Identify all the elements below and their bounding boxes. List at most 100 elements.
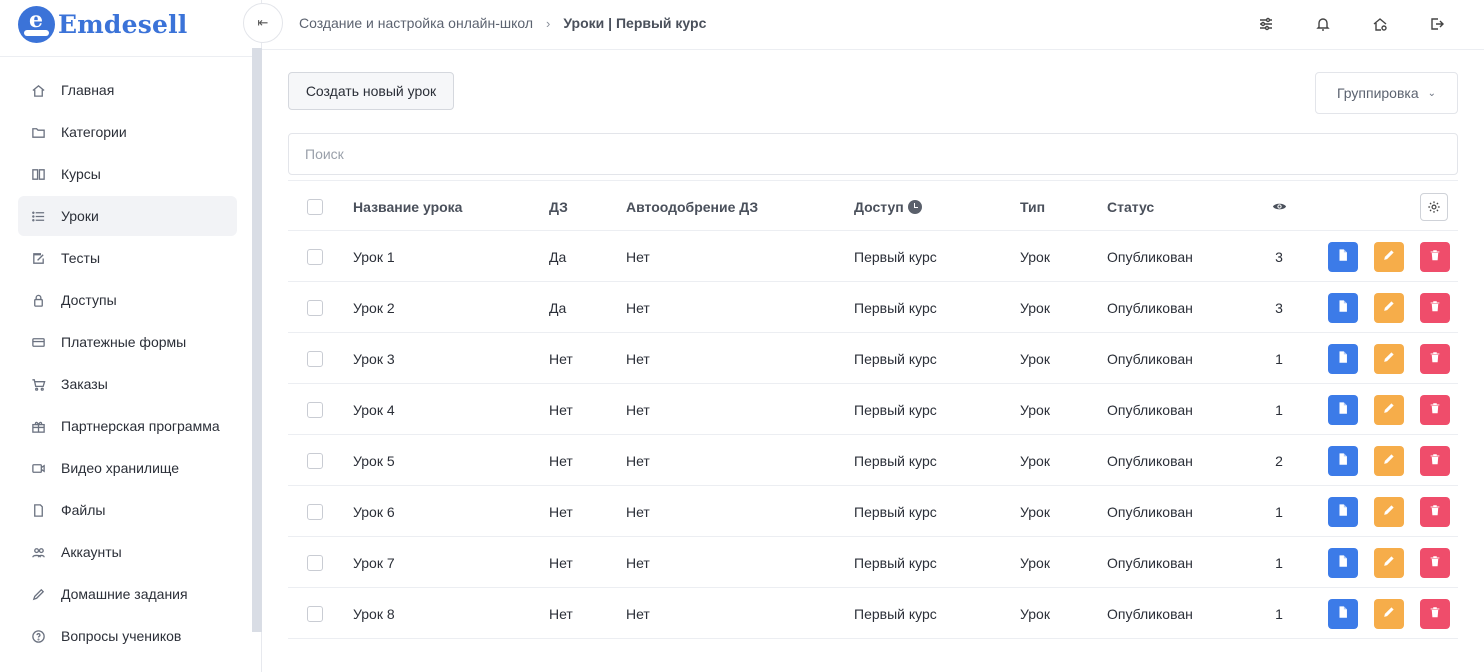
lesson-name[interactable]: Урок 7 [353, 555, 395, 571]
sidebar-item-1[interactable]: Категории [18, 112, 237, 152]
delete-lesson-button[interactable] [1420, 292, 1450, 323]
lesson-access: Первый курс [854, 248, 937, 265]
document-icon [1336, 452, 1350, 469]
sidebar-item-9[interactable]: Видео хранилище [18, 448, 237, 488]
sidebar-item-0[interactable]: Главная [18, 70, 237, 110]
sidebar-item-6[interactable]: Платежные формы [18, 322, 237, 362]
sidebar-item-3[interactable]: Уроки [18, 196, 237, 236]
sidebar-item-5[interactable]: Доступы [18, 280, 237, 320]
trash-icon [1428, 401, 1442, 418]
delete-lesson-button[interactable] [1420, 394, 1450, 425]
sidebar-nav: Главная Категории Курсы Уроки Тесты Доступы Пл… [18, 70, 237, 658]
sidebar-item-7[interactable]: Заказы [18, 364, 237, 404]
row-checkbox[interactable] [307, 401, 323, 418]
row-checkbox[interactable] [307, 248, 323, 265]
edit-lesson-button[interactable] [1374, 241, 1404, 272]
row-checkbox[interactable] [307, 299, 323, 316]
column-header-access[interactable]: Доступ [854, 199, 904, 215]
collapse-sidebar-button[interactable]: ⇤ [243, 3, 283, 43]
delete-lesson-button[interactable] [1420, 445, 1450, 476]
sidebar-item-11[interactable]: Аккаунты [18, 532, 237, 572]
delete-lesson-button[interactable] [1420, 598, 1450, 629]
column-header-status[interactable]: Статус [1107, 199, 1154, 215]
pencil-icon [1382, 350, 1396, 367]
view-lesson-button[interactable] [1328, 241, 1358, 272]
sidebar-item-4[interactable]: Тесты [18, 238, 237, 278]
grouping-dropdown[interactable]: Группировка ⌄ [1315, 72, 1458, 114]
lesson-auto-approve: Нет [626, 503, 650, 520]
search-input[interactable] [288, 133, 1458, 175]
home-settings-icon[interactable] [1369, 13, 1391, 35]
eye-icon [1272, 203, 1286, 210]
lesson-status: Опубликован [1107, 554, 1193, 571]
view-lesson-button[interactable] [1328, 445, 1358, 476]
column-header-auto-approve[interactable]: Автоодобрение ДЗ [626, 199, 758, 215]
pencil-icon [1382, 452, 1396, 469]
select-all-checkbox[interactable] [307, 198, 323, 215]
edit-lesson-button[interactable] [1374, 547, 1404, 578]
row-checkbox[interactable] [307, 350, 323, 367]
delete-lesson-button[interactable] [1420, 343, 1450, 374]
breadcrumb: Создание и настройка онлайн-школ › Уроки… [299, 15, 706, 31]
create-lesson-button[interactable]: Создать новый урок [288, 72, 454, 110]
gear-icon [1428, 201, 1440, 213]
sidebar-item-label: Категории [61, 124, 127, 140]
view-lesson-button[interactable] [1328, 292, 1358, 323]
lesson-auto-approve: Нет [626, 452, 650, 469]
view-lesson-button[interactable] [1328, 547, 1358, 578]
row-checkbox[interactable] [307, 503, 323, 520]
lesson-access: Первый курс [854, 605, 937, 622]
logo[interactable]: e Emdesell [18, 5, 188, 43]
delete-lesson-button[interactable] [1420, 241, 1450, 272]
logout-icon[interactable] [1426, 13, 1448, 35]
lesson-name[interactable]: Урок 2 [353, 300, 395, 316]
edit-lesson-button[interactable] [1374, 292, 1404, 323]
row-checkbox[interactable] [307, 452, 323, 469]
breadcrumb-parent-link[interactable]: Создание и настройка онлайн-школ [299, 15, 533, 31]
lesson-hw: Нет [549, 452, 573, 469]
sidebar-item-label: Курсы [61, 166, 101, 182]
sidebar-scrollbar[interactable] [252, 48, 262, 632]
lesson-name[interactable]: Урок 8 [353, 606, 395, 622]
delete-lesson-button[interactable] [1420, 547, 1450, 578]
table-settings-button[interactable] [1420, 193, 1448, 221]
column-header-hw[interactable]: ДЗ [549, 199, 568, 215]
delete-lesson-button[interactable] [1420, 496, 1450, 527]
edit-lesson-button[interactable] [1374, 394, 1404, 425]
lesson-name[interactable]: Урок 4 [353, 402, 395, 418]
sidebar-item-label: Вопросы учеников [61, 628, 182, 644]
lesson-name[interactable]: Урок 3 [353, 351, 395, 367]
list-icon [30, 208, 46, 224]
bell-icon[interactable] [1312, 13, 1334, 35]
clock-icon[interactable] [907, 199, 922, 214]
column-header-name[interactable]: Название урока [353, 199, 462, 215]
edit-lesson-button[interactable] [1374, 496, 1404, 527]
row-checkbox[interactable] [307, 554, 323, 571]
lesson-name[interactable]: Урок 1 [353, 249, 395, 265]
sidebar-item-8[interactable]: Партнерская программа [18, 406, 237, 446]
document-icon [1336, 554, 1350, 571]
column-header-type[interactable]: Тип [1020, 199, 1045, 215]
logo-text: Emdesell [58, 9, 188, 39]
sliders-icon[interactable] [1255, 13, 1277, 35]
sidebar-item-12[interactable]: Домашние задания [18, 574, 237, 614]
sidebar-item-2[interactable]: Курсы [18, 154, 237, 194]
edit-lesson-button[interactable] [1374, 343, 1404, 374]
row-checkbox[interactable] [307, 605, 323, 622]
view-lesson-button[interactable] [1328, 496, 1358, 527]
lesson-auto-approve: Нет [626, 248, 650, 265]
sidebar-item-13[interactable]: Вопросы учеников [18, 616, 237, 656]
view-lesson-button[interactable] [1328, 598, 1358, 629]
lesson-access: Первый курс [854, 401, 937, 418]
divider [0, 56, 262, 57]
view-lesson-button[interactable] [1328, 343, 1358, 374]
edit-lesson-button[interactable] [1374, 598, 1404, 629]
lesson-name[interactable]: Урок 5 [353, 453, 395, 469]
edit-lesson-button[interactable] [1374, 445, 1404, 476]
sidebar: e Emdesell Главная Категории Курсы Уроки Тес… [0, 0, 262, 672]
lesson-status: Опубликован [1107, 503, 1193, 520]
lesson-name[interactable]: Урок 6 [353, 504, 395, 520]
sidebar-item-10[interactable]: Файлы [18, 490, 237, 530]
trash-icon [1428, 503, 1442, 520]
view-lesson-button[interactable] [1328, 394, 1358, 425]
